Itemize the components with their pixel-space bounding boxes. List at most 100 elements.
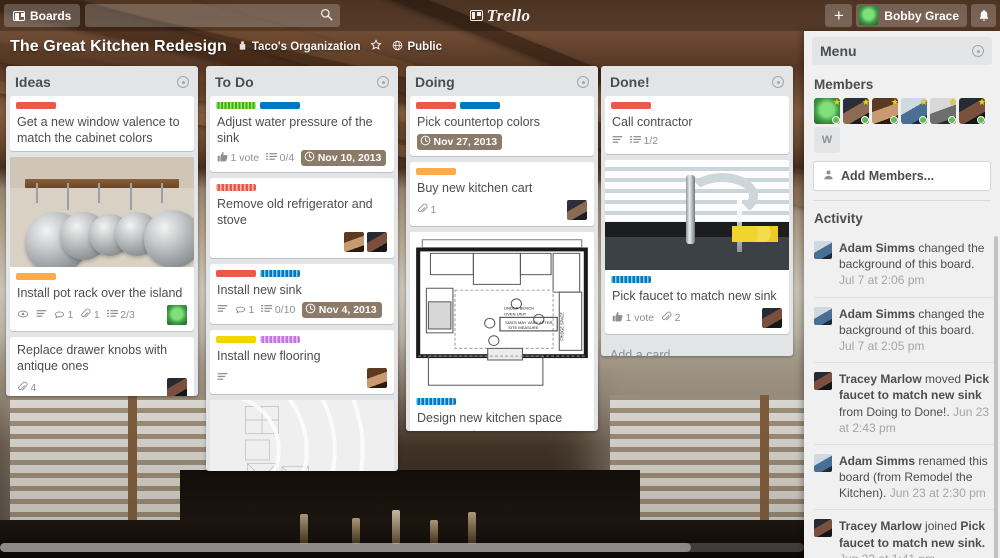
label-purple-pattern[interactable] bbox=[260, 336, 300, 343]
badge-clock: Nov 27, 2013 bbox=[417, 134, 503, 150]
label-red[interactable] bbox=[216, 270, 256, 277]
label-green-pattern[interactable] bbox=[216, 102, 256, 109]
activity-item[interactable]: Tracey Marlow joined Pick faucet to matc… bbox=[814, 510, 996, 558]
label-blue-pattern[interactable] bbox=[416, 398, 456, 405]
search-box[interactable] bbox=[85, 4, 341, 27]
label-red[interactable] bbox=[611, 102, 651, 109]
boards-button[interactable]: Boards bbox=[4, 4, 81, 27]
card-badges: 1 vote 0/4 Nov 10, 2013 bbox=[210, 147, 394, 168]
admin-star-icon: ★ bbox=[977, 97, 986, 107]
label-yellow[interactable] bbox=[216, 336, 256, 343]
avatar[interactable] bbox=[344, 232, 364, 252]
card[interactable]: Pick countertop colors Nov 27, 2013 bbox=[410, 96, 594, 156]
card-title: Install new flooring bbox=[217, 349, 321, 363]
member-avatar-placeholder[interactable]: W bbox=[814, 127, 840, 153]
list-menu-icon[interactable] bbox=[177, 76, 189, 88]
card[interactable]: Get a new window valence to match the ca… bbox=[10, 96, 194, 151]
list-title[interactable]: Done! bbox=[610, 74, 650, 90]
activity-actor[interactable]: Adam Simms bbox=[839, 454, 915, 468]
member-avatar[interactable]: ★ bbox=[872, 97, 899, 124]
avatar[interactable] bbox=[167, 305, 187, 325]
label-orange[interactable] bbox=[16, 273, 56, 280]
activity-actor[interactable]: Tracey Marlow bbox=[839, 519, 922, 533]
card[interactable]: Buy paint for cabinets1 bbox=[210, 400, 394, 471]
card[interactable]: Install new sink 1 0/10 Nov 4, 2013 bbox=[210, 264, 394, 324]
member-avatar[interactable]: ★ bbox=[843, 97, 870, 124]
avatar[interactable] bbox=[567, 200, 587, 220]
list-title[interactable]: Doing bbox=[415, 74, 455, 90]
board-organization[interactable]: Taco's Organization bbox=[237, 40, 360, 54]
activity-actor[interactable]: Tracey Marlow bbox=[839, 372, 922, 386]
card-labels bbox=[605, 96, 789, 109]
list-menu-icon[interactable] bbox=[772, 76, 784, 88]
label-orange[interactable] bbox=[416, 168, 456, 175]
board-horizontal-scrollbar[interactable] bbox=[0, 543, 804, 552]
activity-text: Tracey Marlow moved Pick faucet to match… bbox=[839, 371, 992, 436]
avatar[interactable] bbox=[167, 378, 187, 396]
activity-scrollbar[interactable] bbox=[994, 236, 998, 558]
badge-clock: Nov 4, 2013 bbox=[302, 302, 382, 318]
card-title: Adjust water pressure of the sink bbox=[217, 115, 373, 145]
avatar bbox=[859, 6, 879, 25]
card[interactable]: Call contractor 1/2 bbox=[605, 96, 789, 154]
badge-description bbox=[217, 303, 228, 317]
avatar[interactable] bbox=[367, 232, 387, 252]
label-red[interactable] bbox=[16, 102, 56, 109]
board-menu-sidebar: Menu Members ★ ★ ★ ★ ★ ★ W Add Members... Acti… bbox=[804, 31, 1000, 558]
badge-text: 1 bbox=[93, 309, 100, 321]
card-container: Get a new window valence to match the ca… bbox=[6, 96, 198, 396]
list-title[interactable]: To Do bbox=[215, 74, 254, 90]
activity-item[interactable]: Adam Simms changed the background of thi… bbox=[814, 232, 996, 298]
member-avatar[interactable]: ★ bbox=[959, 97, 986, 124]
label-red[interactable] bbox=[416, 102, 456, 109]
label-blue[interactable] bbox=[260, 102, 300, 109]
label-blue-pattern[interactable] bbox=[260, 270, 300, 277]
card[interactable]: Pick faucet to match new sink 1 vote 2 bbox=[605, 160, 789, 334]
list-ideas[interactable]: Ideas Get a new window valence to match … bbox=[6, 66, 198, 396]
card[interactable]: Adjust water pressure of the sink 1 vote 0… bbox=[210, 96, 394, 172]
list-menu-icon[interactable] bbox=[577, 76, 589, 88]
label-red-pattern[interactable] bbox=[216, 184, 256, 191]
svg-text:OVEN UNIT: OVEN UNIT bbox=[504, 312, 527, 317]
activity-feed[interactable]: Adam Simms changed the background of thi… bbox=[804, 232, 1000, 558]
badge-comment: 1 bbox=[54, 308, 73, 322]
label-blue-pattern[interactable] bbox=[611, 276, 651, 283]
activity-item[interactable]: Tracey Marlow moved Pick faucet to match… bbox=[814, 363, 996, 445]
notifications-button[interactable] bbox=[971, 4, 996, 27]
sidebar-options-icon[interactable] bbox=[972, 45, 984, 57]
card-labels bbox=[10, 267, 194, 280]
scrollbar-thumb[interactable] bbox=[0, 543, 692, 552]
add-card-button[interactable]: Add a card... bbox=[601, 340, 793, 356]
list-title[interactable]: Ideas bbox=[15, 74, 51, 90]
list-doing[interactable]: Doing Pick countertop colors Nov 27, 2013… bbox=[406, 66, 598, 431]
card[interactable]: Replace drawer knobs with antique ones 4 bbox=[10, 337, 194, 396]
activity-item[interactable]: Adam Simms changed the background of thi… bbox=[814, 298, 996, 364]
card[interactable]: Buy new kitchen cart 1 bbox=[410, 162, 594, 226]
card[interactable]: Install new flooring bbox=[210, 330, 394, 394]
star-board-button[interactable] bbox=[370, 39, 383, 54]
card[interactable]: Install pot rack over the island 1 1 2/3 bbox=[10, 157, 194, 331]
online-dot-icon bbox=[977, 116, 985, 124]
avatar bbox=[814, 372, 832, 391]
list-menu-icon[interactable] bbox=[377, 76, 389, 88]
add-members-button[interactable]: Add Members... bbox=[813, 161, 991, 191]
member-avatar[interactable]: ★ bbox=[901, 97, 928, 124]
card[interactable]: Remove old refrigerator and stove bbox=[210, 178, 394, 258]
activity-item[interactable]: Adam Simms renamed this board (from Remo… bbox=[814, 445, 996, 511]
card-badges bbox=[210, 229, 394, 254]
activity-actor[interactable]: Adam Simms bbox=[839, 241, 915, 255]
card[interactable]: UNDER BENCH OVEN UNIT SIZES MAY VARY AFTE… bbox=[410, 232, 594, 431]
list-done[interactable]: Done! Call contractor 1/2 Pick faucet to … bbox=[601, 66, 793, 356]
board-visibility[interactable]: Public bbox=[392, 40, 442, 54]
member-avatar[interactable]: ★ bbox=[814, 97, 841, 124]
label-blue[interactable] bbox=[460, 102, 500, 109]
activity-actor[interactable]: Adam Simms bbox=[839, 307, 915, 321]
list-to-do[interactable]: To Do Adjust water pressure of the sink 1… bbox=[206, 66, 398, 471]
board-title[interactable]: The Great Kitchen Redesign bbox=[10, 38, 227, 56]
user-menu-button[interactable]: Bobby Grace bbox=[856, 4, 967, 27]
add-button[interactable]: + bbox=[825, 4, 853, 27]
avatar[interactable] bbox=[367, 368, 387, 388]
search-input[interactable] bbox=[85, 4, 341, 27]
avatar[interactable] bbox=[762, 308, 782, 328]
member-avatar[interactable]: ★ bbox=[930, 97, 957, 124]
